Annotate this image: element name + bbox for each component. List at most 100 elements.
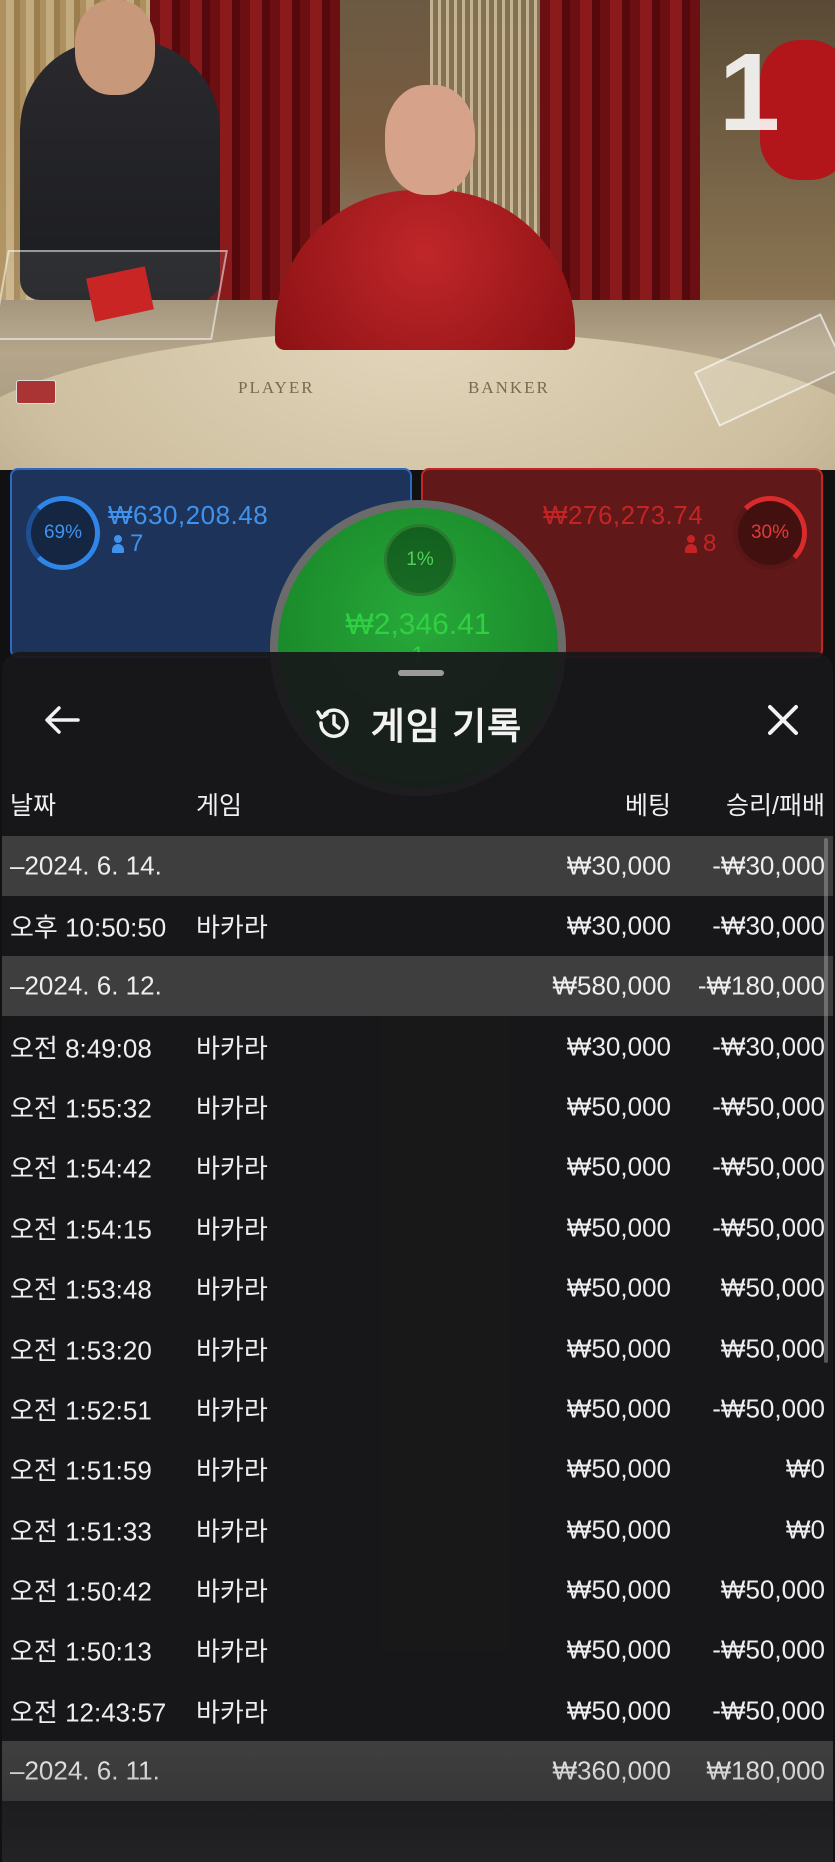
row-win-loss: -₩30,000: [712, 910, 825, 941]
column-header-game: 게임: [196, 792, 243, 820]
row-date: –2024. 6. 12.: [10, 970, 162, 1001]
table-row[interactable]: 오전 1:55:32 바카라 ₩50,000 -₩50,000: [2, 1077, 833, 1137]
row-bet: ₩50,000: [566, 1574, 671, 1605]
curtain-red-right: [540, 0, 710, 300]
row-bet: ₩30,000: [566, 850, 671, 881]
row-bet: ₩50,000: [566, 1212, 671, 1243]
row-bet: ₩50,000: [566, 1272, 671, 1303]
row-game: 바카라: [196, 912, 268, 943]
table-row[interactable]: 오전 1:52:51 바카라 ₩50,000 -₩50,000: [2, 1379, 833, 1439]
row-win-loss: ₩50,000: [720, 1333, 825, 1364]
history-clock-icon: [316, 708, 349, 738]
row-win-loss: -₩50,000: [712, 1695, 825, 1726]
row-time: 오전 1:53:48: [10, 1274, 152, 1305]
row-bet: ₩50,000: [566, 1634, 671, 1665]
history-table-header: 날짜 게임 베팅 승리/패배: [2, 786, 833, 826]
history-list: –2024. 6. 14. ₩30,000 -₩30,000 오후 10:50:50 바…: [2, 836, 833, 1802]
banker-bettor-count: 8: [685, 530, 716, 558]
column-header-win-loss: 승리/패배: [726, 792, 825, 820]
tie-bet-amount: ₩2,346.41: [345, 608, 491, 641]
row-win-loss: -₩50,000: [712, 1151, 825, 1182]
table-row[interactable]: 오전 1:51:33 바카라 ₩50,000 ₩0: [2, 1500, 833, 1560]
row-time: 오전 1:50:42: [10, 1576, 152, 1607]
scrollbar[interactable]: [824, 838, 828, 1363]
row-win-loss: -₩30,000: [712, 850, 825, 881]
table-row[interactable]: 오전 12:43:57 바카라 ₩50,000 -₩50,000: [2, 1681, 833, 1741]
person-icon: [685, 535, 697, 553]
row-game: 바카라: [196, 1636, 268, 1667]
player-bet-amount: ₩630,208.48: [108, 500, 269, 530]
live-video-feed: PLAYER BANKER 1: [0, 0, 835, 470]
banker-bet-amount: ₩276,273.74: [543, 500, 704, 530]
table-row[interactable]: 오전 1:53:48 바카라 ₩50,000 ₩50,000: [2, 1258, 833, 1318]
row-game: 바카라: [196, 1093, 268, 1124]
row-time: 오전 8:49:08: [10, 1033, 152, 1064]
row-time: 오전 1:55:32: [10, 1093, 152, 1124]
row-bet: ₩50,000: [566, 1453, 671, 1484]
row-game: 바카라: [196, 1274, 268, 1305]
row-game: 바카라: [196, 1214, 268, 1245]
round-number: 1: [718, 31, 780, 154]
row-win-loss: -₩50,000: [712, 1212, 825, 1243]
row-win-loss: ₩50,000: [720, 1272, 825, 1303]
table-row[interactable]: 오전 1:54:15 바카라 ₩50,000 -₩50,000: [2, 1198, 833, 1258]
column-header-bet: 베팅: [624, 792, 671, 820]
playing-card-small: [16, 380, 56, 404]
row-time: 오후 10:50:50: [10, 912, 167, 943]
row-bet: ₩50,000: [566, 1393, 671, 1424]
row-win-loss: ₩0: [786, 1453, 825, 1484]
felt-label-player: PLAYER: [238, 378, 315, 397]
row-date: –2024. 6. 14.: [10, 850, 162, 881]
sheet-drag-handle[interactable]: [398, 670, 444, 676]
table-row[interactable]: 오전 1:50:42 바카라 ₩50,000 ₩50,000: [2, 1560, 833, 1620]
close-icon: [768, 705, 798, 735]
row-bet: ₩50,000: [566, 1514, 671, 1545]
row-bet: ₩580,000: [552, 970, 671, 1001]
row-win-loss: ₩50,000: [720, 1574, 825, 1605]
player-percent: 69%: [43, 522, 83, 543]
banker-percent: 30%: [750, 522, 790, 543]
row-win-loss: -₩50,000: [712, 1393, 825, 1424]
table-row[interactable]: 오전 8:49:08 바카라 ₩30,000 -₩30,000: [2, 1016, 833, 1076]
row-time: 오전 1:52:51: [10, 1395, 152, 1426]
date-group-row[interactable]: –2024. 6. 12. ₩580,000 -₩180,000: [2, 956, 833, 1017]
row-game: 바카라: [196, 1516, 268, 1547]
table-row[interactable]: 오전 1:53:20 바카라 ₩50,000 ₩50,000: [2, 1318, 833, 1378]
row-win-loss: ₩0: [786, 1514, 825, 1545]
row-time: 오전 1:51:59: [10, 1455, 152, 1486]
player-count: 7: [130, 530, 144, 557]
person-icon: [112, 535, 124, 553]
row-time: 오전 1:53:20: [10, 1335, 152, 1366]
row-bet: ₩50,000: [566, 1151, 671, 1182]
tie-percent-ring: 1%: [384, 524, 456, 596]
row-game: 바카라: [196, 1455, 268, 1486]
row-bet: ₩50,000: [566, 1333, 671, 1364]
felt-label-banker: BANKER: [468, 378, 550, 397]
sheet-header: 게임 기록: [2, 696, 833, 750]
row-time: 오전 1:54:15: [10, 1214, 152, 1245]
banker-percent-ring: 30%: [733, 496, 807, 570]
row-game: 바카라: [196, 1576, 268, 1607]
date-group-row[interactable]: –2024. 6. 14. ₩30,000 -₩30,000: [2, 836, 833, 896]
row-game: 바카라: [196, 1033, 268, 1064]
close-button[interactable]: [757, 694, 809, 746]
row-time: 오전 1:54:42: [10, 1153, 152, 1184]
player-bettor-count: 7: [112, 530, 143, 558]
table-row[interactable]: 오전 1:50:13 바카라 ₩50,000 -₩50,000: [2, 1620, 833, 1680]
table-row[interactable]: 오전 1:51:59 바카라 ₩50,000 ₩0: [2, 1439, 833, 1499]
table-row[interactable]: 오후 10:50:50 바카라 ₩30,000 -₩30,000: [2, 896, 833, 956]
list-footer-fade: [2, 1752, 833, 1862]
row-game: 바카라: [196, 1335, 268, 1366]
table-row[interactable]: 오전 1:54:42 바카라 ₩50,000 -₩50,000: [2, 1137, 833, 1197]
row-game: 바카라: [196, 1395, 268, 1426]
row-time: 오전 1:50:13: [10, 1636, 152, 1667]
column-header-date: 날짜: [10, 792, 57, 820]
row-game: 바카라: [196, 1153, 268, 1184]
row-win-loss: -₩50,000: [712, 1091, 825, 1122]
sheet-title: 게임 기록: [370, 706, 523, 747]
tie-percent: 1%: [406, 549, 434, 570]
row-time: 오전 12:43:57: [10, 1697, 167, 1728]
row-bet: ₩50,000: [566, 1695, 671, 1726]
game-history-sheet: 게임 기록 날짜 게임 베팅 승리/패배 –2024. 6. 14. ₩30,00…: [2, 652, 833, 1862]
row-win-loss: -₩30,000: [712, 1031, 825, 1062]
